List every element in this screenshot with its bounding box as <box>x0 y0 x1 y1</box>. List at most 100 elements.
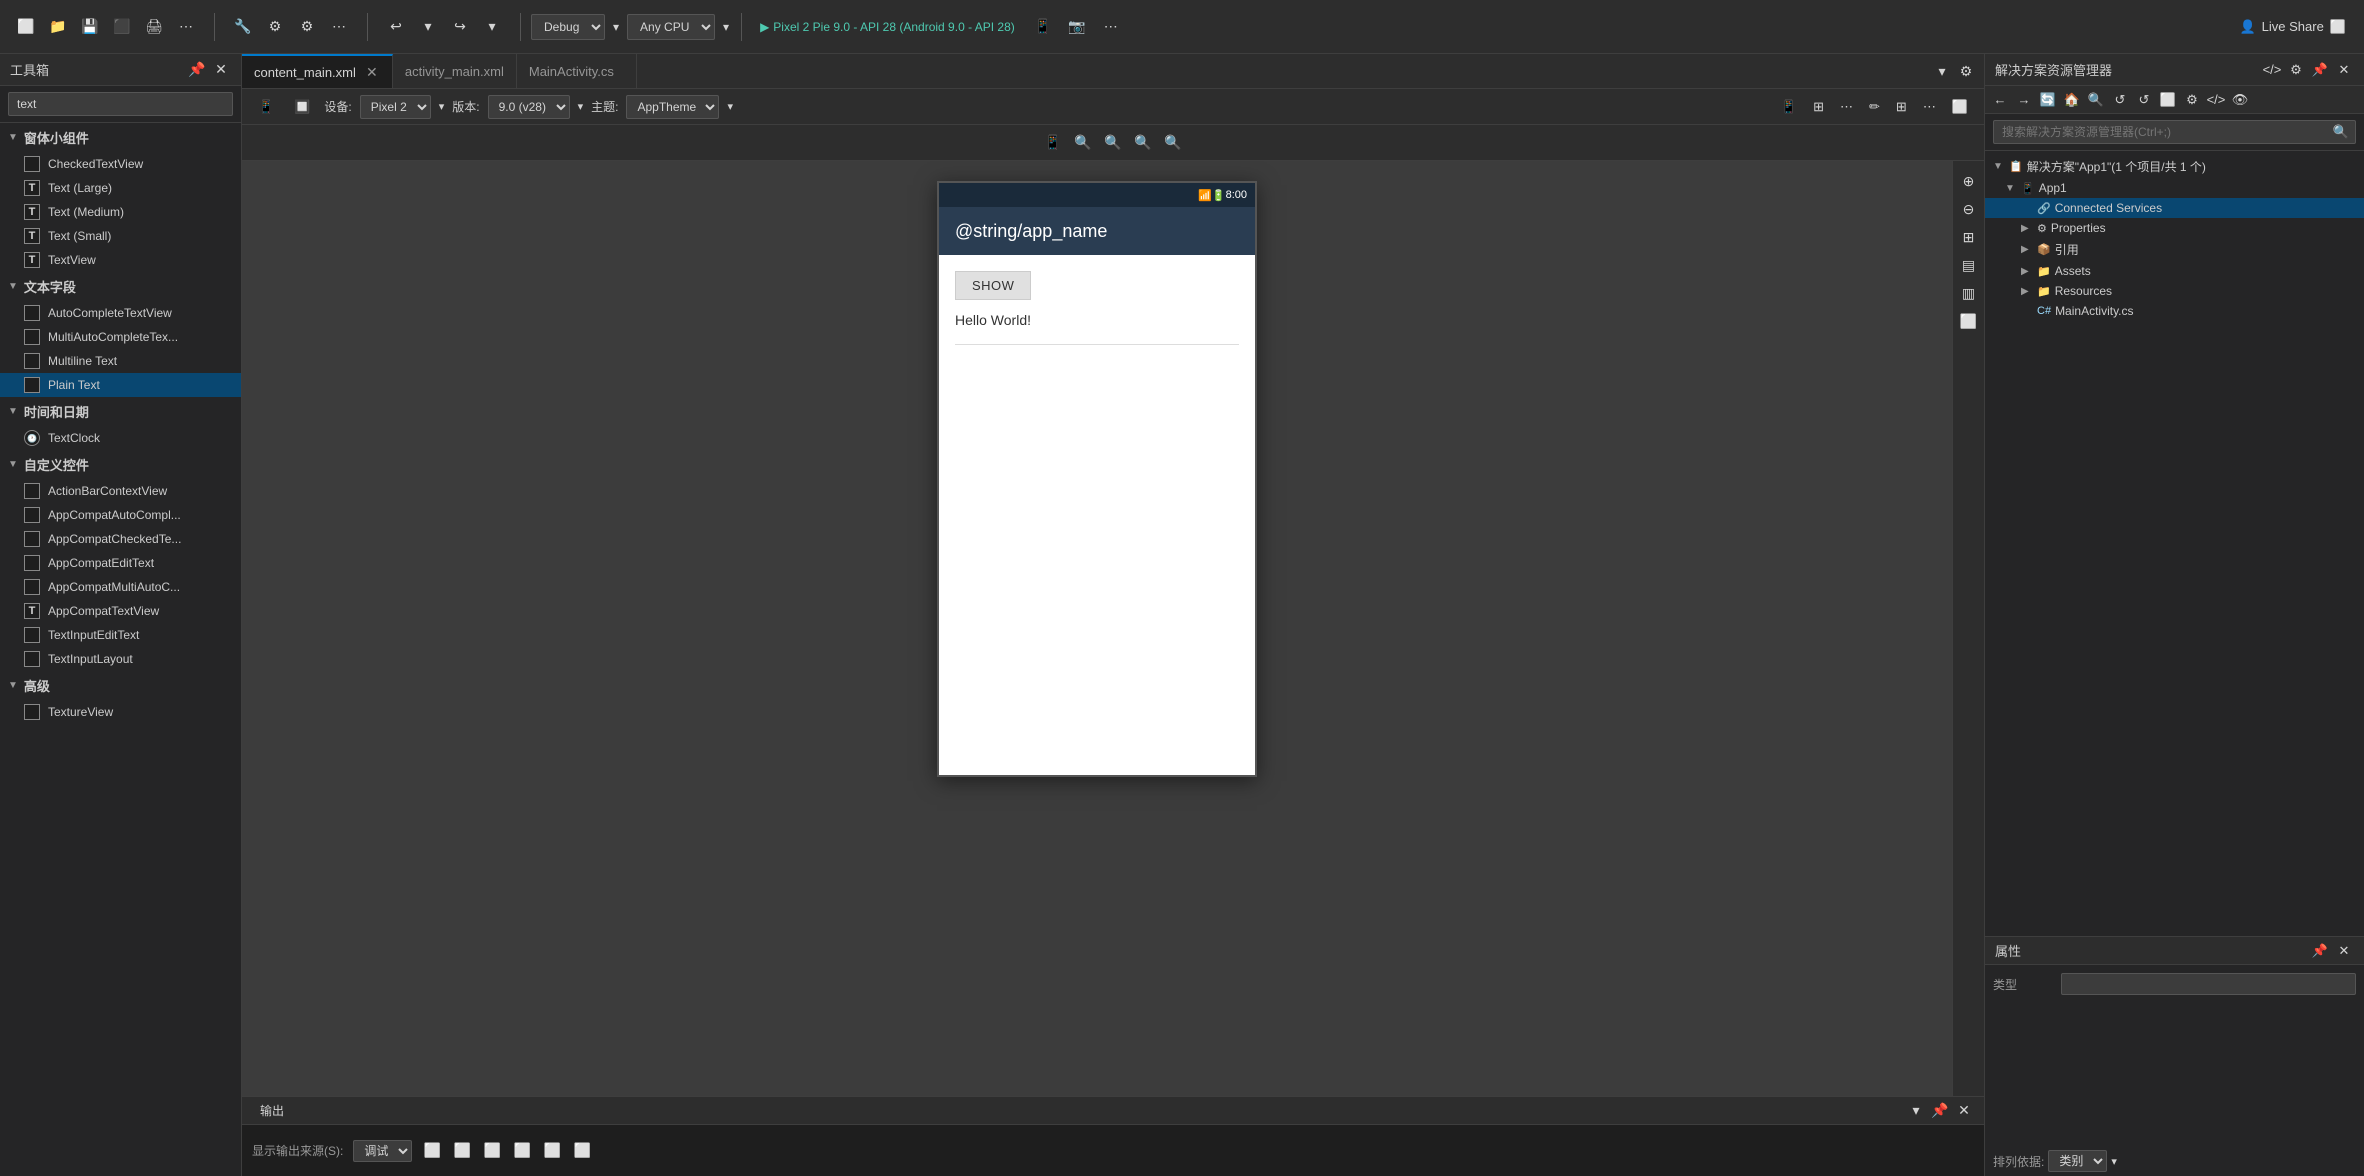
toolbox-pin-btn[interactable]: 📌 <box>187 60 207 80</box>
item-appcompatautocmpl[interactable]: AppCompatAutoCompl... <box>0 503 241 527</box>
sol-tool-forward[interactable]: → <box>2013 89 2035 111</box>
device-select[interactable]: Pixel 2 <box>360 95 431 119</box>
zoom-fit-top-btn[interactable]: 🔍 <box>1131 131 1155 155</box>
sol-tool-sync[interactable]: 🔄 <box>2037 89 2059 111</box>
tree-references[interactable]: ▶ 📦 引用 <box>1985 238 2364 261</box>
phone-view-btn[interactable]: 📱 <box>252 97 280 117</box>
save-all-btn[interactable]: ⬛ <box>108 13 136 41</box>
screenshot-btn[interactable]: 📷 <box>1063 13 1091 41</box>
canvas-grid-r1[interactable]: ▤ <box>1957 253 1981 277</box>
build-btn[interactable]: 🔧 <box>229 13 257 41</box>
tab-activity-main-xml[interactable]: activity_main.xml <box>393 54 517 88</box>
item-appcompatmultiauto[interactable]: AppCompatMultiAutoC... <box>0 575 241 599</box>
item-autocompletetextview[interactable]: AutoCompleteTextView <box>0 301 241 325</box>
item-checkedtextview[interactable]: CheckedTextView <box>0 152 241 176</box>
device-icon-btn[interactable]: 📱 <box>1041 131 1065 155</box>
canvas-zoom-in[interactable]: ⊕ <box>1957 169 1981 193</box>
props-sort-select[interactable]: 类别 <box>2048 1150 2107 1172</box>
toolbox-search-input[interactable] <box>8 92 233 116</box>
output-tab[interactable]: 输出 <box>252 1100 292 1121</box>
more2-btn[interactable]: ⋯ <box>325 13 353 41</box>
item-text-large[interactable]: T Text (Large) <box>0 176 241 200</box>
props-close-btn[interactable]: ✕ <box>2334 941 2354 961</box>
section-widgets[interactable]: ▼ 窗体小组件 <box>0 123 241 152</box>
output-action3[interactable]: ⬜ <box>482 1141 502 1161</box>
output-action4[interactable]: ⬜ <box>512 1141 532 1161</box>
zoom-fit-btn[interactable]: ⊞ <box>1807 97 1830 117</box>
tab-content-main-xml[interactable]: content_main.xml ✕ <box>242 54 393 88</box>
sol-tool-refresh[interactable]: ↺ <box>2109 89 2131 111</box>
settings-btn[interactable]: ⚙ <box>293 13 321 41</box>
version-select[interactable]: 9.0 (v28) <box>488 95 570 119</box>
zoom-out-top-btn[interactable]: 🔍 <box>1101 131 1125 155</box>
item-textureview[interactable]: TextureView <box>0 700 241 724</box>
debug-config-select[interactable]: Debug <box>531 14 605 40</box>
tree-properties[interactable]: ▶ ⚙ Properties <box>1985 218 2364 238</box>
more-options-btn[interactable]: ⋯ <box>1834 97 1859 117</box>
sol-tool-settings2[interactable]: ⚙ <box>2181 89 2203 111</box>
theme-select[interactable]: AppTheme <box>626 95 719 119</box>
cpu-select[interactable]: Any CPU <box>627 14 715 40</box>
sol-settings-btn[interactable]: ⚙ <box>2286 60 2306 80</box>
tree-connected-services[interactable]: 🔗 Connected Services <box>1985 198 2364 218</box>
new-project-btn[interactable]: ⬜ <box>12 13 40 41</box>
tree-mainactivity[interactable]: C# MainActivity.cs <box>1985 301 2364 321</box>
undo-dropdown[interactable]: ▾ <box>414 13 442 41</box>
output-action1[interactable]: ⬜ <box>422 1141 442 1161</box>
sol-close-btn[interactable]: ✕ <box>2334 60 2354 80</box>
canvas-fit[interactable]: ⊞ <box>1957 225 1981 249</box>
item-appcompattextview[interactable]: T AppCompatTextView <box>0 599 241 623</box>
section-advanced[interactable]: ▼ 高级 <box>0 671 241 700</box>
phone-show-button[interactable]: SHOW <box>955 271 1031 300</box>
output-source-select[interactable]: 调试 <box>353 1140 412 1162</box>
sol-tool-preview[interactable]: 👁 <box>2229 89 2251 111</box>
sol-tool-back[interactable]: ← <box>1989 89 2011 111</box>
zoom-in-top-btn[interactable]: 🔍 <box>1071 131 1095 155</box>
redo-btn[interactable]: ↪ <box>446 13 474 41</box>
sol-tool-home[interactable]: 🏠 <box>2061 89 2083 111</box>
output-action5[interactable]: ⬜ <box>542 1141 562 1161</box>
tab-close-content-main[interactable]: ✕ <box>364 64 380 80</box>
item-plaintext[interactable]: Plain Text <box>0 373 241 397</box>
item-actionbarctx[interactable]: ActionBarContextView <box>0 479 241 503</box>
phone-portrait-btn[interactable]: 📱 <box>1775 97 1803 117</box>
output-collapse-btn[interactable]: ▾ <box>1906 1101 1926 1121</box>
section-custom[interactable]: ▼ 自定义控件 <box>0 450 241 479</box>
sol-tool-filter[interactable]: 🔍 <box>2085 89 2107 111</box>
output-action2[interactable]: ⬜ <box>452 1141 472 1161</box>
expand-btn[interactable]: ⬜ <box>1946 97 1974 117</box>
device-picker-btn[interactable]: 📱 <box>1029 13 1057 41</box>
pencil-btn[interactable]: ✏ <box>1863 97 1886 117</box>
canvas-expand-r[interactable]: ⬜ <box>1957 309 1981 333</box>
more1-btn[interactable]: ⋯ <box>172 13 200 41</box>
item-textinputlayout[interactable]: TextInputLayout <box>0 647 241 671</box>
tree-resources[interactable]: ▶ 📁 Resources <box>1985 281 2364 301</box>
output-close-btn[interactable]: ✕ <box>1954 1101 1974 1121</box>
print-btn[interactable]: 🖨 <box>140 13 168 41</box>
props-type-input[interactable] <box>2061 973 2356 995</box>
run-btn[interactable]: ▶ Pixel 2 Pie 9.0 - API 28 (Android 9.0 … <box>752 16 1023 38</box>
props-pin-btn[interactable]: 📌 <box>2310 941 2330 961</box>
canvas-grid-r2[interactable]: ▥ <box>1957 281 1981 305</box>
sol-tool-collapse[interactable]: ⬜ <box>2157 89 2179 111</box>
liveshare-btn[interactable]: 👤 Live Share ⬜ <box>2229 15 2356 39</box>
sol-pin-btn[interactable]: 📌 <box>2310 60 2330 80</box>
item-appcompatchecked[interactable]: AppCompatCheckedTe... <box>0 527 241 551</box>
open-btn[interactable]: 📁 <box>44 13 72 41</box>
section-datetime[interactable]: ▼ 时间和日期 <box>0 397 241 426</box>
undo-btn[interactable]: ↩ <box>382 13 410 41</box>
more2-options-btn[interactable]: ⋯ <box>1917 97 1942 117</box>
sol-tool-code[interactable]: </> <box>2205 89 2227 111</box>
solution-search-input[interactable] <box>1994 121 2327 143</box>
tab-mainactivity-cs[interactable]: MainActivity.cs <box>517 54 637 88</box>
toolbox-close-btn[interactable]: ✕ <box>211 60 231 80</box>
item-textview[interactable]: T TextView <box>0 248 241 272</box>
landscape-view-btn[interactable]: 🔲 <box>288 97 316 117</box>
item-textinputedittext[interactable]: TextInputEditText <box>0 623 241 647</box>
item-text-medium[interactable]: T Text (Medium) <box>0 200 241 224</box>
sol-code-btn[interactable]: </> <box>2262 60 2282 80</box>
rebuild-btn[interactable]: ⚙ <box>261 13 289 41</box>
redo-dropdown[interactable]: ▾ <box>478 13 506 41</box>
section-textfields[interactable]: ▼ 文本字段 <box>0 272 241 301</box>
grid-btn[interactable]: ⊞ <box>1890 97 1913 117</box>
